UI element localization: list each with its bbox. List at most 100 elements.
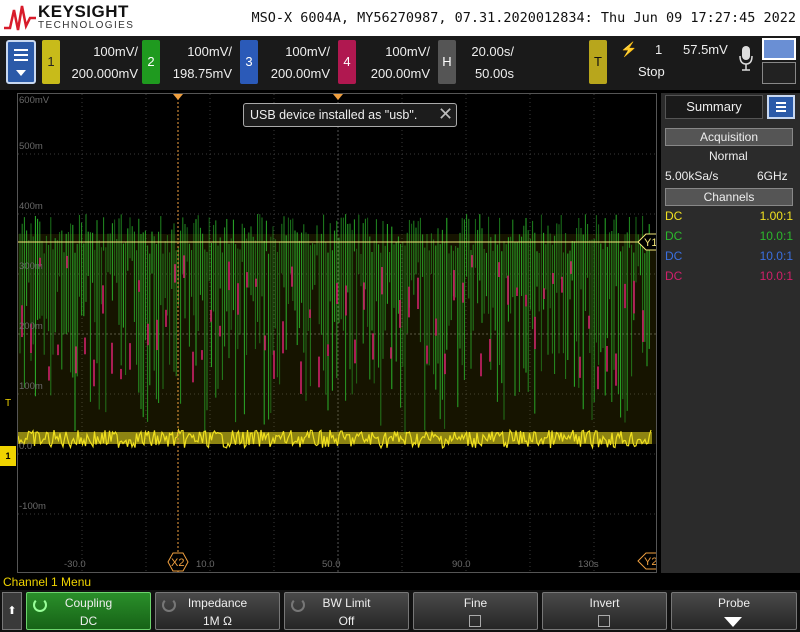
x-label-neg30: -30.0 <box>64 559 86 570</box>
ch1-trace-band <box>18 432 652 444</box>
channel-2-probe: 10.0:1 <box>759 229 793 243</box>
channel-1-scale: 100mV/ <box>93 44 138 59</box>
bandwidth: 6GHz <box>757 169 788 183</box>
y-label-500: 500m <box>19 141 43 152</box>
trigger-level: 57.5mV <box>683 42 728 57</box>
close-icon[interactable]: ✕ <box>438 104 453 125</box>
menu-icon <box>14 49 28 64</box>
fine-label: Fine <box>463 596 488 610</box>
trigger-key: T <box>589 40 607 84</box>
keysight-wave-icon <box>4 5 36 31</box>
chevron-down-icon <box>16 70 26 76</box>
y-label-neg100: -100m <box>19 501 46 512</box>
impedance-softkey[interactable]: Impedance 1M Ω <box>155 592 280 630</box>
channel-1-button[interactable]: 1 100mV/ 200.000mV <box>42 40 138 84</box>
channel-3-probe: 10.0:1 <box>759 249 793 263</box>
invert-checkbox <box>598 615 610 627</box>
channel-1-ground-marker[interactable]: 1 <box>0 446 16 466</box>
time-reference-marker <box>173 94 183 100</box>
probe-softkey[interactable]: Probe <box>671 592 797 630</box>
impedance-label: Impedance <box>187 596 248 610</box>
back-button[interactable]: ⬆ <box>2 592 22 630</box>
run-status: Stop <box>638 64 665 79</box>
waveform-display[interactable]: Y1 Y2 X2 600mV 500m 400m 300m 200m 100m 0.… <box>17 93 657 573</box>
sidebar-menu-icon[interactable] <box>767 95 795 119</box>
fine-softkey[interactable]: Fine <box>413 592 538 630</box>
x-label-50: 50.0 <box>322 559 341 570</box>
coupling-value: DC <box>79 614 98 628</box>
y-label-600: 600mV <box>19 95 50 106</box>
channel-3-key: 3 <box>240 40 258 84</box>
impedance-value: 1M Ω <box>203 614 232 628</box>
coupling-softkey[interactable]: Coupling DC <box>26 592 151 630</box>
y-label-300: 300m <box>19 261 43 272</box>
coupling-label: Coupling <box>64 596 113 610</box>
y-label-100: 100m <box>19 381 43 392</box>
acquisition-header[interactable]: Acquisition <box>665 128 793 146</box>
channel-2-button[interactable]: 2 100mV/ 198.75mV <box>142 40 232 84</box>
trigger-position-marker <box>333 94 343 100</box>
y2-cursor-label: Y2 <box>644 556 657 568</box>
channel-1-key: 1 <box>42 40 60 84</box>
channel-1-coupling: DC <box>665 209 683 223</box>
brand-name: KEYSIGHT <box>38 2 129 21</box>
tab-summary[interactable]: Summary <box>665 95 763 119</box>
bw-limit-label: BW Limit <box>322 596 371 610</box>
channel-2-scale: 100mV/ <box>187 44 232 59</box>
channel-4-probe: 10.0:1 <box>759 269 793 283</box>
channel-4-coupling: DC <box>665 269 683 283</box>
y-label-400: 400m <box>19 201 43 212</box>
channel-4-offset: 200.00mV <box>370 66 430 81</box>
channels-header[interactable]: Channels <box>665 188 793 206</box>
chevron-down-icon <box>724 617 742 627</box>
fine-checkbox <box>469 615 481 627</box>
x-label-10: 10.0 <box>196 559 215 570</box>
sample-rate: 5.00kSa/s <box>665 169 719 183</box>
channel-3-button[interactable]: 3 100mV/ 200.00mV <box>240 40 330 84</box>
channel-1-offset: 200.000mV <box>71 66 139 81</box>
channel-4-key: 4 <box>338 40 356 84</box>
zoom-icon[interactable] <box>762 62 796 84</box>
graticule-grid: Y1 Y2 X2 <box>18 94 657 572</box>
main-menu-button[interactable] <box>6 40 36 84</box>
usb-notification-text: USB device installed as "usb". <box>250 108 418 122</box>
instrument-info: MSO-X 6004A, MY56270987, 07.31.202001283… <box>251 10 796 26</box>
channel-3-coupling: DC <box>665 249 683 263</box>
horizontal-button[interactable]: H 20.00s/ 50.00s <box>438 40 514 84</box>
horizontal-key: H <box>438 40 456 84</box>
bw-limit-value: Off <box>338 614 355 628</box>
invert-softkey[interactable]: Invert <box>542 592 667 630</box>
x-label-130: 130s <box>578 559 599 570</box>
probe-label: Probe <box>717 596 751 610</box>
channel-4-scale: 100mV/ <box>385 44 430 59</box>
channel-2-key: 2 <box>142 40 160 84</box>
microphone-icon[interactable] <box>738 44 754 76</box>
y-label-0: 0.0 <box>19 441 33 452</box>
delay-value: 50.00s <box>474 66 514 81</box>
y1-cursor-label: Y1 <box>644 237 657 249</box>
keysight-logo: KEYSIGHT TECHNOLOGIES <box>4 2 134 34</box>
acquisition-mode: Normal <box>709 149 748 163</box>
y-label-200: 200m <box>19 321 43 332</box>
channel-3-offset: 200.00mV <box>270 66 330 81</box>
channel-4-button[interactable]: 4 100mV/ 200.00mV <box>338 40 430 84</box>
touch-select-icon[interactable] <box>762 38 796 60</box>
invert-label: Invert <box>589 596 620 610</box>
channel-2-offset: 198.75mV <box>172 66 232 81</box>
usb-notification: USB device installed as "usb". ✕ <box>243 103 457 127</box>
channel-2-coupling: DC <box>665 229 683 243</box>
header-bar: KEYSIGHT TECHNOLOGIES MSO-X 6004A, MY562… <box>0 0 800 36</box>
softkey-bar: ⬆ Coupling DC Impedance 1M Ω BW Limit Of… <box>0 590 800 632</box>
channel-bar: 1 100mV/ 200.000mV 2 100mV/ 198.75mV 3 1… <box>0 36 800 90</box>
trigger-source: 1 <box>655 42 663 57</box>
rising-edge-icon: ⚡ <box>620 41 638 57</box>
bw-limit-softkey[interactable]: BW Limit Off <box>284 592 409 630</box>
x-label-90: 90.0 <box>452 559 471 570</box>
timebase-value: 20.00s/ <box>471 44 514 59</box>
menu-title: Channel 1 Menu <box>3 575 92 589</box>
summary-sidebar: Summary Acquisition Normal 5.00kSa/s 6GH… <box>661 93 800 573</box>
channel-3-scale: 100mV/ <box>285 44 330 59</box>
channel-1-probe: 1.00:1 <box>759 209 793 223</box>
trigger-button[interactable]: T <box>589 40 607 84</box>
brand-subtitle: TECHNOLOGIES <box>38 20 135 31</box>
